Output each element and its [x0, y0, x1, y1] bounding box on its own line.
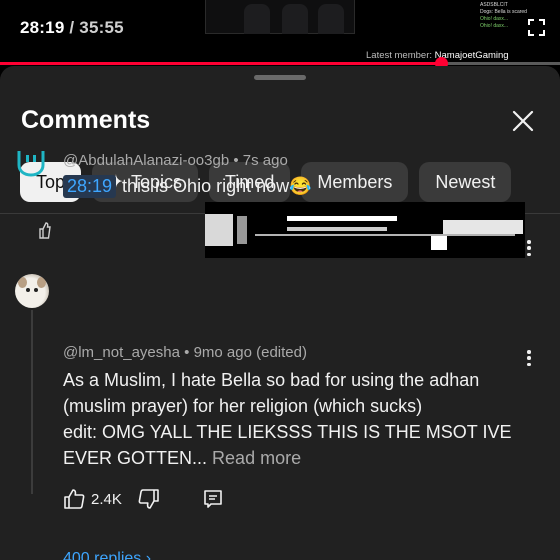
chip-label: Newest [435, 171, 496, 192]
progress-fill [0, 62, 442, 65]
reply-icon[interactable] [202, 488, 224, 510]
meta-dot: • [233, 152, 239, 169]
duration: 35:55 [79, 18, 124, 37]
time-display: 28:19 / 35:55 [20, 18, 124, 38]
like-count: 2.4K [91, 490, 122, 508]
comment-line: (muslim prayer) for her religion (which … [63, 396, 423, 416]
chat-line: Dogs: Bella is scared [480, 9, 527, 15]
sheet-title: Comments [21, 106, 151, 134]
comment-meta: @AbdulahAlanazi-oo3gb • 7s ago [63, 152, 288, 169]
thumbs-up-icon[interactable] [38, 220, 52, 240]
chip-label: Members [317, 171, 393, 192]
comment-body: this is Ohio right now😂 [122, 176, 312, 196]
read-more-link[interactable]: Read more [212, 448, 301, 468]
close-icon[interactable] [510, 108, 536, 134]
current-time: 28:19 [20, 18, 65, 37]
thumbs-down-icon[interactable] [138, 488, 160, 510]
comment-author[interactable]: @lm_not_ayesha [63, 344, 180, 361]
meta-dot: • [184, 344, 190, 361]
fullscreen-icon[interactable] [528, 19, 545, 36]
chip-newest[interactable]: Newest [419, 162, 512, 202]
timestamp-link[interactable]: 28:19 [63, 175, 117, 198]
comment-line: edit: OMG YALL THE LIEKSSS THIS IS THE M… [63, 422, 512, 442]
drag-handle[interactable] [254, 75, 306, 80]
comment-line: As a Muslim, I hate Bella so bad for usi… [63, 370, 480, 390]
comment-author[interactable]: @AbdulahAlanazi-oo3gb [63, 152, 229, 169]
comment-line: EVER GOTTEN... Read more [63, 445, 523, 471]
view-replies-link[interactable]: 400 replies › [63, 550, 151, 560]
thread-line [31, 310, 33, 494]
chat-line: ASDSBLCIT [480, 2, 508, 8]
progress-bar[interactable] [0, 57, 560, 66]
comments-sheet: Comments Top ✦ Topics Timed Members Newe… [0, 66, 560, 560]
scrubber-handle[interactable] [435, 57, 449, 66]
video-frame [205, 0, 355, 34]
comment-meta: @lm_not_ayesha • 9mo ago (edited) [63, 344, 307, 361]
avatar[interactable] [16, 149, 46, 177]
avatar[interactable] [15, 274, 49, 308]
video-player[interactable]: ASDSBLCIT Dogs: Bella is scared Ohio! da… [0, 0, 560, 66]
comment-age: 9mo ago (edited) [193, 344, 307, 361]
video-overlay-artifact [205, 202, 525, 258]
chip-members[interactable]: Members [301, 162, 409, 202]
latest-member-label: Latest member: [366, 50, 432, 61]
comment-text[interactable]: As a Muslim, I hate Bella so bad for usi… [63, 367, 523, 471]
comment-actions: 2.4K [63, 486, 224, 512]
more-options-icon[interactable] [519, 347, 539, 369]
comment-line-end: EVER GOTTEN... [63, 448, 208, 468]
comment-age: 7s ago [242, 152, 288, 169]
comment-text: 28:19 this is Ohio right now😂 [63, 175, 312, 198]
thumbs-up-icon[interactable] [63, 488, 85, 510]
time-separator: / [69, 18, 75, 37]
